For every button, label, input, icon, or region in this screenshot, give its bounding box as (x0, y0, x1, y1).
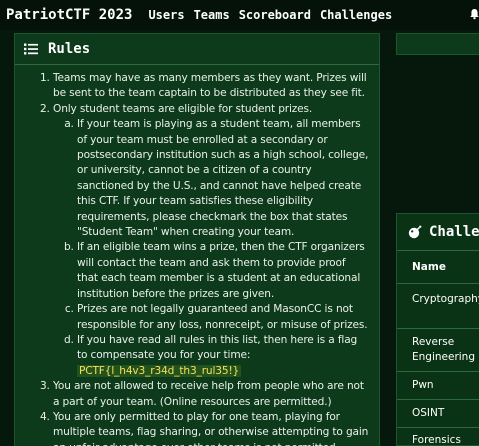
rule-subtext-a: If your team is playing as a student tea… (77, 118, 369, 239)
category-row-reverse-engineering[interactable]: Reverse Engineering (397, 329, 475, 371)
challenges-title: Challe (429, 224, 479, 240)
rule-text-1: Teams may have as many members as they w… (53, 72, 367, 100)
category-label: Cryptography (412, 293, 479, 305)
rule-item-2: Only student teams are eligible for stud… (53, 102, 369, 379)
rule-sublist: If your team is playing as a student tea… (53, 117, 369, 379)
rule-subitem-d: If you have read all rules in this list,… (77, 333, 369, 379)
rule-subtext-b: If an eligible team wins a prize, then t… (77, 241, 365, 300)
name-column-header[interactable]: Name (397, 251, 479, 284)
challenges-card: Challe Name Cryptography Reverse Enginee… (396, 213, 479, 446)
bell-icon[interactable] (470, 8, 479, 20)
nav-link-scoreboard[interactable]: Scoreboard (239, 8, 311, 22)
right-top-card (396, 33, 479, 55)
rule-subitem-c: Prizes are not legally guaranteed and Ma… (77, 302, 369, 333)
category-label: Reverse Engineering (412, 336, 475, 363)
rule-item-4: You are only permitted to play for one t… (53, 410, 369, 446)
top-navbar: PatriotCTF 2023 Users Teams Scoreboard C… (0, 0, 479, 30)
rule-subitem-a: If your team is playing as a student tea… (77, 117, 369, 240)
rules-header: Rules (15, 34, 379, 65)
rule-text-2: Only student teams are eligible for stud… (53, 102, 313, 115)
rule-item-1: Teams may have as many members as they w… (53, 71, 369, 102)
flag-code[interactable]: PCTF{l_h4v3_r34d_th3_rul35!} (77, 364, 242, 377)
category-label: Pwn (412, 379, 434, 391)
nav-link-challenges[interactable]: Challenges (320, 8, 392, 22)
category-label: Forensics (412, 433, 461, 446)
category-label: OSINT (412, 407, 445, 419)
rule-subtext-d: If you have read all rules in this list,… (77, 333, 358, 362)
rule-subitem-b: If an eligible team wins a prize, then t… (77, 240, 369, 302)
category-row-pwn[interactable]: Pwn (397, 372, 479, 400)
rule-subtext-c: Prizes are not legally guaranteed and Ma… (77, 303, 368, 331)
brand-logo[interactable]: PatriotCTF 2023 (6, 7, 132, 23)
challenges-header: Challe (397, 214, 479, 251)
category-row-cryptography[interactable]: Cryptography (397, 284, 479, 329)
rule-text-4: You are only permitted to play for one t… (53, 410, 369, 446)
bomb-icon (408, 225, 422, 239)
nav-link-teams[interactable]: Teams (194, 8, 230, 22)
category-row-forensics[interactable]: Forensics (397, 428, 479, 446)
rules-list: Teams may have as many members as they w… (15, 65, 379, 446)
rules-card: Rules Teams may have as many members as … (14, 33, 380, 446)
category-row-osint[interactable]: OSINT (397, 400, 479, 428)
list-icon (24, 43, 38, 55)
rules-title: Rules (48, 41, 91, 57)
rule-item-3: You are not allowed to receive help from… (53, 379, 369, 410)
nav-link-users[interactable]: Users (148, 8, 184, 22)
rule-text-3: You are not allowed to receive help from… (53, 380, 364, 408)
